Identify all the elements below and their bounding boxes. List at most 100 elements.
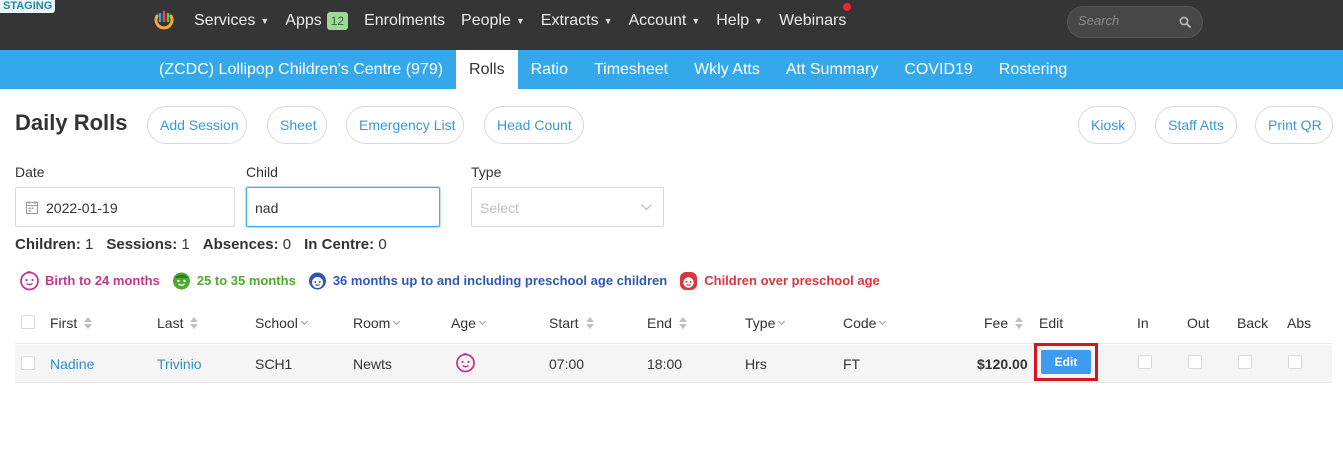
child-first-name-link[interactable]: Nadine: [50, 356, 94, 372]
legend-over-preschool: Children over preschool age: [678, 270, 880, 291]
tab-timesheet[interactable]: Timesheet: [581, 50, 681, 89]
in-centre-count: 0: [378, 236, 387, 253]
sheet-button[interactable]: Sheet: [267, 106, 327, 144]
menu-extracts[interactable]: Extracts ▼: [541, 12, 613, 30]
emergency-list-button[interactable]: Emergency List: [346, 106, 464, 144]
tab-rolls[interactable]: Rolls: [456, 50, 518, 89]
menu-webinars[interactable]: Webinars: [779, 12, 846, 30]
table-row: Nadine Trivinio SCH1 Newts 07:00 18:00 H…: [15, 343, 1332, 383]
col-out: Out: [1187, 315, 1210, 331]
legend-25-to-35: 25 to 35 months: [171, 270, 296, 291]
room-cell: Newts: [353, 356, 392, 372]
col-room[interactable]: Room: [353, 315, 401, 331]
caret-down-icon: ▼: [260, 16, 270, 26]
tab-ratio[interactable]: Ratio: [518, 50, 581, 89]
chevron-down-icon: [478, 317, 486, 325]
page-title: Daily Rolls: [15, 110, 128, 135]
menu-services[interactable]: Services ▼: [194, 12, 269, 30]
date-picker[interactable]: 2022-01-19: [15, 187, 235, 227]
search-icon[interactable]: [1179, 16, 1191, 28]
preschooler-face-icon: [308, 272, 326, 290]
child-face-icon: [680, 272, 698, 290]
fee-cell: $120.00: [977, 356, 1028, 372]
absences-count: 0: [282, 236, 292, 253]
start-time-cell: 07:00: [549, 356, 585, 372]
notification-dot: [843, 3, 851, 11]
tab-wkly-atts[interactable]: Wkly Atts: [681, 50, 773, 89]
menu-apps[interactable]: Apps 12: [285, 12, 349, 30]
col-age[interactable]: Age: [451, 315, 486, 331]
sort-icon: [678, 317, 688, 329]
infant-face-icon: [456, 352, 475, 373]
search-input[interactable]: [1078, 13, 1178, 28]
calendar-icon: [26, 201, 38, 214]
chevron-down-icon: [300, 317, 308, 325]
caret-down-icon: ▼: [603, 16, 613, 26]
chevron-down-icon: [393, 317, 401, 325]
add-session-button[interactable]: Add Session: [147, 106, 247, 144]
menu-enrolments[interactable]: Enrolments: [364, 12, 445, 30]
staff-atts-button[interactable]: Staff Atts: [1155, 106, 1237, 144]
sort-icon: [1015, 317, 1024, 329]
type-cell: Hrs: [745, 356, 767, 372]
menu-people[interactable]: People ▼: [461, 12, 525, 30]
col-last[interactable]: Last: [157, 315, 199, 331]
main-menu: Services ▼ Apps 12 Enrolments People ▼ Extr…: [194, 0, 862, 42]
environment-badge: STAGING: [0, 0, 56, 13]
age-legend: Birth to 24 months 25 to 35 months 36 mo…: [19, 270, 891, 291]
tab-att-summary[interactable]: Att Summary: [773, 50, 891, 89]
infant-face-icon: [20, 270, 39, 291]
col-fee[interactable]: Fee: [984, 315, 1024, 331]
col-back: Back: [1237, 315, 1269, 331]
child-last-name-link[interactable]: Trivinio: [157, 356, 202, 372]
col-school[interactable]: School: [255, 315, 308, 331]
caret-down-icon: ▼: [515, 16, 525, 26]
sort-icon: [585, 317, 595, 329]
col-edit: Edit: [1039, 315, 1064, 331]
tab-covid19[interactable]: COVID19: [891, 50, 985, 89]
centre-name-link[interactable]: (ZCDC) Lollipop Children's Centre (979): [146, 50, 456, 89]
row-select-checkbox[interactable]: [21, 356, 35, 370]
tab-rostering[interactable]: Rostering: [986, 50, 1080, 89]
menu-help[interactable]: Help ▼: [716, 12, 763, 30]
col-start[interactable]: Start: [549, 315, 595, 331]
caret-down-icon: ▼: [691, 16, 701, 26]
edit-button[interactable]: Edit: [1041, 350, 1091, 374]
chevron-down-icon: [879, 317, 887, 325]
select-all-checkbox[interactable]: [21, 315, 35, 329]
roll-summary: Children: 1 Sessions: 1 Absences: 0 In C…: [15, 236, 387, 253]
type-select[interactable]: Select: [471, 187, 664, 227]
menu-account[interactable]: Account ▼: [629, 12, 701, 30]
type-select-placeholder: Select: [480, 200, 519, 216]
chevron-down-icon: [641, 204, 652, 211]
children-count: 1: [85, 236, 94, 253]
col-code[interactable]: Code: [843, 315, 887, 331]
type-label: Type: [471, 164, 502, 180]
col-type[interactable]: Type: [745, 315, 786, 331]
top-navbar: STAGING Services ▼ Apps 12 Enrolments Peop…: [0, 0, 1343, 50]
col-end[interactable]: End: [647, 315, 688, 331]
col-in: In: [1137, 315, 1149, 331]
sort-icon: [84, 317, 93, 329]
child-search-field[interactable]: nad: [246, 187, 440, 227]
kiosk-button[interactable]: Kiosk: [1078, 106, 1136, 144]
child-search-value: nad: [255, 200, 279, 216]
col-first[interactable]: First: [50, 315, 93, 331]
toddler-face-icon: [172, 272, 190, 290]
child-label: Child: [246, 164, 278, 180]
legend-36-months-preschool: 36 months up to and including preschool …: [307, 270, 667, 291]
sort-icon: [190, 317, 199, 329]
in-checkbox[interactable]: [1138, 355, 1152, 369]
date-label: Date: [15, 164, 45, 180]
centre-subnav: (ZCDC) Lollipop Children's Centre (979) …: [0, 50, 1343, 89]
out-checkbox[interactable]: [1188, 355, 1202, 369]
app-logo-icon[interactable]: [153, 10, 175, 32]
back-checkbox[interactable]: [1238, 355, 1252, 369]
chevron-down-icon: [778, 317, 786, 325]
legend-birth-to-24: Birth to 24 months: [19, 270, 160, 291]
end-time-cell: 18:00: [647, 356, 683, 372]
date-value: 2022-01-19: [46, 200, 118, 216]
abs-checkbox[interactable]: [1288, 355, 1302, 369]
print-qr-button[interactable]: Print QR: [1255, 106, 1333, 144]
head-count-button[interactable]: Head Count: [484, 106, 584, 144]
